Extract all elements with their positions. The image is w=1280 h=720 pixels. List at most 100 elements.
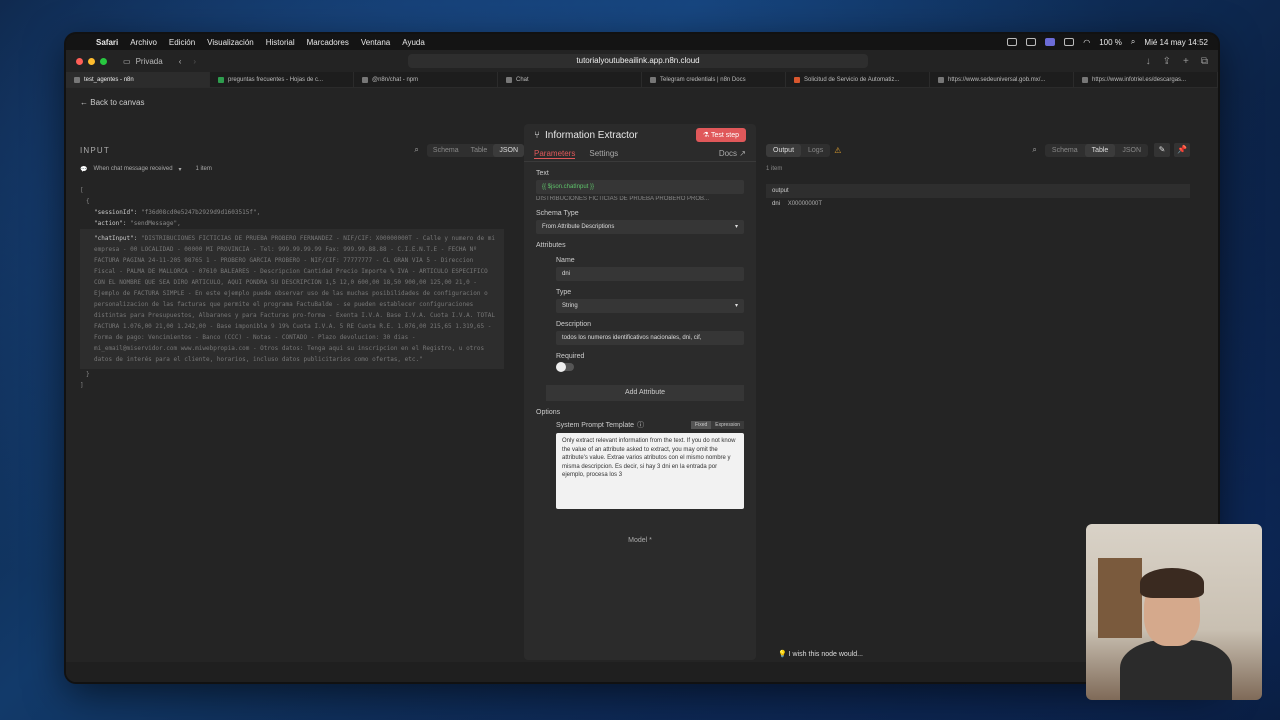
tab-output[interactable]: Output [766,143,802,157]
screen-record-icon[interactable] [1045,38,1056,46]
status-icon[interactable] [1026,38,1037,46]
back-icon[interactable]: ‹ [179,57,182,66]
json-bracket: } [86,371,90,378]
add-attribute-button[interactable]: Add Attribute [546,385,744,401]
forward-icon[interactable]: › [193,57,196,66]
attribute-type-select[interactable]: String ▾ [556,299,744,313]
favicon [218,76,224,83]
browser-tab[interactable]: preguntas frecuentes - Hojas de c... [210,72,354,87]
flask-icon: ⚗ [702,132,711,139]
tab-logs[interactable]: Logs [801,144,830,157]
system-prompt-textarea[interactable]: Only extract relevant information from t… [556,433,744,509]
tabs-overview-icon[interactable]: ⧉ [1201,56,1208,67]
tab-settings[interactable]: Settings [589,149,618,158]
browser-toolbar: ▭ Privada ‹ › tutorialyoutubeailink.app.… [66,50,1218,72]
arrow-left-icon: ← [80,98,88,107]
trigger-select[interactable]: When chat message received [93,166,172,173]
person-body [1120,640,1232,700]
schema-type-select[interactable]: From Attribute Descriptions ▾ [536,220,744,234]
view-table-button[interactable]: Table [1084,143,1116,157]
browser-tab[interactable]: test_agentes - n8n [66,72,210,87]
menu-marcadores[interactable]: Marcadores [307,38,349,47]
json-viewer: [ { "sessionId": "f36d08cd0e5247b2929d9d… [80,185,524,391]
battery-label[interactable]: 100 % [1099,38,1122,47]
attribute-name-input[interactable]: dni [556,267,744,281]
fixed-mode-button[interactable]: Fixed [691,421,712,429]
search-icon[interactable]: ⌕ [414,145,418,155]
output-key: dni [772,201,781,207]
view-table-button[interactable]: Table [465,144,494,157]
browser-tab[interactable]: @n8n/chat - npm [354,72,498,87]
status-icon[interactable] [1064,38,1075,46]
json-bracket: { [86,198,90,205]
json-chat-input-row[interactable]: "chatInput": "DISTRIBUCIONES FICTICIAS D… [80,229,504,369]
view-schema-button[interactable]: Schema [1045,144,1085,157]
tab-parameters[interactable]: Parameters [534,149,576,159]
private-label: Privada [135,56,163,66]
view-json-button[interactable]: JSON [1115,144,1148,157]
sidebar-icon[interactable]: ▭ [123,57,131,66]
text-expression-field[interactable]: {{ $json.chatInput }} [536,180,744,194]
download-icon[interactable]: ↓ [1146,56,1151,67]
menu-ventana[interactable]: Ventana [361,38,390,47]
menu-historial[interactable]: Historial [266,38,295,47]
tab-bar: test_agentes - n8n preguntas frecuentes … [66,72,1218,88]
close-window-button[interactable] [76,57,83,65]
type-label: Type [556,289,572,296]
chevron-down-icon: ▾ [178,167,182,173]
test-step-button[interactable]: ⚗ Test step [695,128,746,142]
menu-archivo[interactable]: Archivo [130,38,157,47]
favicon [650,76,656,83]
favicon [938,76,944,83]
required-label: Required [556,353,585,360]
json-key: "sessionId": [94,209,138,216]
share-icon[interactable]: ⇪ [1163,56,1171,67]
pin-icon[interactable]: 📌 [1174,143,1190,157]
system-prompt-label: System Prompt Template [556,421,635,429]
back-to-canvas-link[interactable]: ← Back to canvas [80,98,144,107]
edit-icon[interactable]: ✎ [1154,143,1170,157]
search-icon[interactable]: ⌕ [1131,37,1135,47]
schema-type-label: Schema Type [536,210,579,217]
favicon [794,76,800,83]
menu-visualizacion[interactable]: Visualización [207,38,254,47]
lightbulb-icon: 💡 [778,651,787,658]
search-icon[interactable]: ⌕ [1032,145,1036,155]
fixed-expression-toggle: Fixed Expression [691,421,744,429]
view-schema-button[interactable]: Schema [427,144,465,157]
browser-tab[interactable]: https://www.sedeuniversal.gob.mx/... [930,72,1074,87]
minimize-window-button[interactable] [88,57,95,65]
status-icon[interactable] [1007,38,1018,46]
output-tabs: Output Logs [766,143,831,157]
menu-safari[interactable]: Safari [96,38,118,47]
menubar: Safari Archivo Edición Visualización His… [66,34,1218,50]
required-toggle[interactable] [556,362,574,372]
wifi-icon[interactable]: ◠ [1083,38,1090,47]
browser-tab[interactable]: https://www.infotriel.es/descargas... [1074,72,1218,87]
view-json-button[interactable]: JSON [493,143,524,157]
zoom-window-button[interactable] [100,57,107,65]
help-icon[interactable]: ⓘ [637,420,644,430]
node-title[interactable]: Information Extractor [545,130,638,141]
output-item-count: 1 item [766,166,783,172]
new-tab-icon[interactable]: + [1183,56,1189,67]
json-key: "chatInput": [94,235,138,242]
description-label: Description [556,321,592,328]
clock[interactable]: Mié 14 may 14:52 [1144,38,1208,47]
address-bar[interactable]: tutorialyoutubeailink.app.n8n.cloud [408,54,868,68]
name-label: Name [556,257,575,264]
menu-ayuda[interactable]: Ayuda [402,38,425,47]
docs-link[interactable]: Docs ↗ [719,149,746,158]
json-bracket: [ [80,187,84,194]
browser-tab[interactable]: Solicitud de Servicio de Automatiz... [786,72,930,87]
json-value: "f36d08cd0e5247b2929d9d1603515f", [140,209,261,216]
model-label: Model * [628,537,652,544]
feedback-link[interactable]: 💡 I wish this node would... [778,650,863,658]
expression-mode-button[interactable]: Expression [711,421,744,429]
output-table: output dni X00000000T [766,184,1190,210]
attribute-description-input[interactable]: todos los numeros identificativos nacion… [556,331,744,345]
menu-edicion[interactable]: Edición [169,38,195,47]
browser-tab[interactable]: Chat [498,72,642,87]
browser-tab[interactable]: Telegram credentials | n8n Docs [642,72,786,87]
favicon [362,76,368,83]
